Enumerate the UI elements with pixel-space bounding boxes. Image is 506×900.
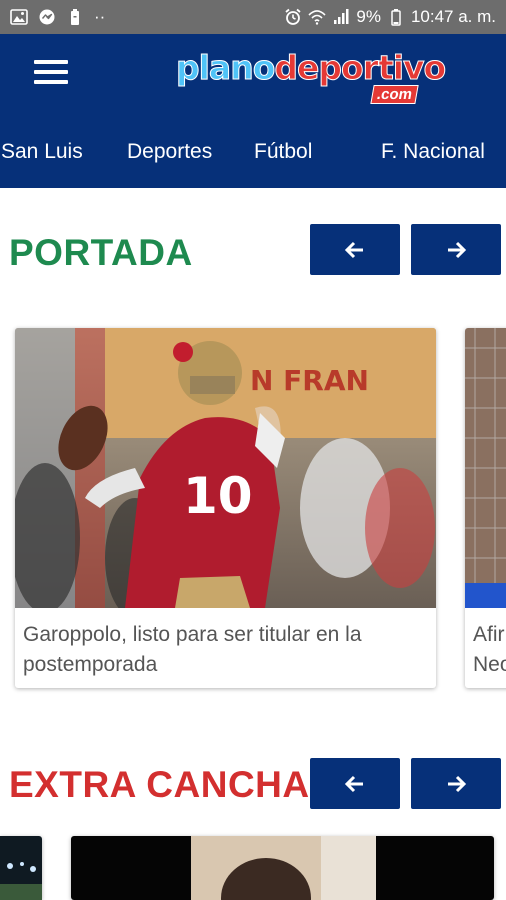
battery-icon bbox=[387, 8, 405, 26]
status-bar: ·· 9% 10:47 a. m. bbox=[0, 0, 506, 34]
app-header: planodeportivo .com San Luis Deportes Fú… bbox=[0, 34, 506, 188]
nav-item-san-luis[interactable]: San Luis bbox=[1, 140, 83, 164]
logo-part-1: plano bbox=[175, 48, 275, 88]
gallery-icon bbox=[10, 8, 28, 26]
logo-suffix: .com bbox=[370, 85, 419, 104]
arrow-right-icon bbox=[448, 775, 467, 792]
extra-card-prev[interactable] bbox=[0, 836, 42, 900]
arrow-right-icon bbox=[448, 241, 467, 258]
signal-icon bbox=[332, 8, 350, 26]
battery-saver-icon bbox=[66, 8, 84, 26]
extra-card[interactable] bbox=[71, 836, 494, 900]
section-title-extra-cancha: EXTRA CANCHA bbox=[9, 764, 310, 805]
nav-item-futbol[interactable]: Fútbol bbox=[254, 140, 312, 164]
status-system: 9% 10:47 a. m. bbox=[284, 7, 496, 27]
arrow-left-icon bbox=[344, 775, 363, 792]
article-title: Garoppolo, listo para ser titular en la … bbox=[23, 623, 362, 676]
extra-card-prev-image bbox=[0, 836, 42, 900]
alarm-icon bbox=[284, 8, 302, 26]
more-notifications-dots: ·· bbox=[94, 7, 106, 26]
extra-cancha-next-button[interactable] bbox=[411, 758, 501, 809]
extra-cancha-prev-button[interactable] bbox=[310, 758, 400, 809]
svg-text:N FRAN: N FRAN bbox=[250, 364, 369, 397]
wifi-icon bbox=[308, 8, 326, 26]
battery-percent: 9% bbox=[356, 7, 381, 26]
category-nav: San Luis Deportes Fútbol F. Nacional bbox=[0, 140, 506, 180]
nav-item-deportes[interactable]: Deportes bbox=[127, 140, 212, 164]
article-title-next: Afir Neo bbox=[473, 623, 506, 676]
logo-wordmark: planodeportivo bbox=[175, 48, 447, 88]
article-card[interactable]: N FRAN 10 Garoppolo, listo para ser titu… bbox=[15, 328, 436, 688]
article-card-next[interactable]: Afir Neo bbox=[465, 328, 506, 688]
messenger-icon bbox=[38, 8, 56, 26]
clock: 10:47 a. m. bbox=[410, 7, 496, 26]
jersey-number: 10 bbox=[183, 467, 253, 525]
status-notifications: ·· bbox=[10, 7, 105, 27]
portada-next-button[interactable] bbox=[411, 224, 501, 275]
article-image-next bbox=[465, 328, 506, 608]
logo-part-2: deportivo bbox=[274, 48, 447, 88]
menu-icon[interactable] bbox=[34, 60, 68, 94]
arrow-left-icon bbox=[344, 241, 363, 258]
site-logo[interactable]: planodeportivo .com bbox=[175, 48, 447, 108]
section-title-portada: PORTADA bbox=[9, 232, 193, 273]
nav-item-f-nacional[interactable]: F. Nacional bbox=[381, 140, 485, 164]
extra-card-image bbox=[71, 836, 494, 900]
article-image: N FRAN 10 bbox=[15, 328, 436, 608]
portada-prev-button[interactable] bbox=[310, 224, 400, 275]
